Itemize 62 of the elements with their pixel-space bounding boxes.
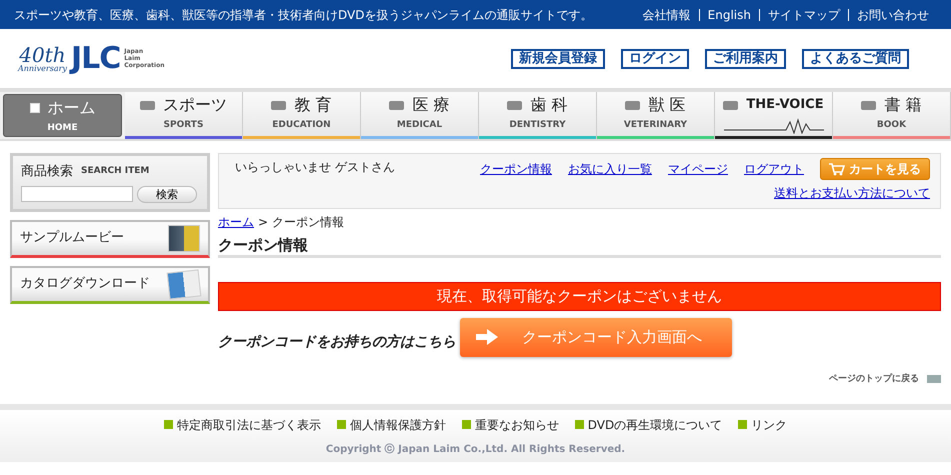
footer-link[interactable]: DVDの再生環境について (588, 416, 722, 434)
video-icon (625, 100, 640, 110)
user-link[interactable]: クーポン情報 (480, 160, 552, 178)
user-link[interactable]: マイページ (668, 160, 728, 178)
top-link[interactable]: お問い合わせ (848, 8, 937, 20)
top-link[interactable]: サイトマップ (759, 8, 848, 20)
nav-tab[interactable]: 書 籍 BOOK (833, 92, 951, 139)
nav-tab[interactable]: ホーム HOME (3, 94, 122, 137)
shipping-link[interactable]: 送料とお支払い方法について (774, 184, 930, 202)
bullet-icon (738, 420, 748, 429)
header-button[interactable]: ご利用案内 (705, 48, 786, 68)
anniversary-logo: 40th Anniversary (18, 44, 67, 72)
search-button[interactable]: 検索 (137, 186, 197, 202)
film-thumbnail-icon (168, 224, 200, 252)
search-field[interactable] (21, 186, 133, 202)
breadcrumb-current: クーポン情報 (272, 214, 344, 231)
top-link[interactable]: 会社情報 (634, 8, 699, 20)
search-title: 商品検索 (21, 163, 73, 181)
nav-tab[interactable]: 教 育 EDUCATION (243, 92, 361, 139)
footer-link[interactable]: 重要なお知らせ (474, 416, 559, 434)
sidebar-banner[interactable]: サンプルムービー (10, 220, 210, 258)
copyright-text: Copyright ⓒ Japan Laim Co.,Ltd. All Rights Reserved. (326, 442, 626, 456)
bullet-icon (336, 420, 346, 429)
catalog-thumbnail-icon (166, 268, 202, 300)
breadcrumb-link[interactable]: ホーム (218, 213, 254, 231)
back-to-top-link[interactable]: ページのトップに戻る (829, 372, 919, 386)
greeting-text: いらっしゃいませ ゲストさん (235, 159, 395, 176)
user-link[interactable]: ログアウト (744, 160, 804, 178)
arrow-icon (476, 329, 498, 346)
video-icon (861, 100, 876, 110)
video-icon (140, 100, 155, 110)
bullet-icon (164, 420, 173, 429)
site-tagline: スポーツや教育、医療、歯科、獣医等の指導者・技術者向けDVDを扱うジャパンライムの通販サイトです。 (14, 6, 592, 24)
nav-tab[interactable]: THE-VOICE (715, 92, 833, 139)
cart-icon (829, 162, 845, 176)
user-link[interactable]: お気に入り一覧 (568, 160, 652, 178)
coupon-prompt: クーポンコードをお持ちの方はこちら (218, 332, 456, 352)
nav-tab[interactable]: 医 療 MEDICAL (361, 92, 479, 139)
top-link[interactable]: English (698, 8, 759, 20)
video-icon (389, 100, 404, 110)
nav-tab[interactable]: スポーツ SPORTS (125, 92, 243, 139)
home-icon (30, 103, 40, 113)
nav-tab[interactable]: 歯 科 DENTISTRY (479, 92, 597, 139)
video-icon (723, 100, 738, 110)
header-button[interactable]: よくあるご質問 (802, 48, 909, 68)
breadcrumb-separator: > (258, 214, 268, 231)
video-icon (271, 100, 286, 110)
nav-tab[interactable]: 獣 医 VETERINARY (597, 92, 715, 139)
bullet-icon (574, 420, 584, 429)
video-icon (507, 100, 522, 110)
header-button[interactable]: 新規会員登録 (511, 48, 605, 68)
footer-link[interactable]: 特定商取引法に基づく表示 (176, 416, 321, 434)
header-button[interactable]: ログイン (621, 48, 689, 68)
footer-link[interactable]: 個人情報保護方針 (350, 416, 446, 434)
sidebar-banner[interactable]: カタログダウンロード (10, 266, 210, 304)
bullet-icon (462, 420, 471, 429)
footer-link[interactable]: リンク (751, 416, 788, 434)
page-title: クーポン情報 (218, 235, 941, 258)
waveform-icon (724, 118, 824, 134)
notice-banner: 現在、取得可能なクーポンはございません (218, 282, 941, 311)
brand-logo: JLC (70, 44, 120, 74)
search-subtitle: SEARCH ITEM (81, 165, 150, 178)
